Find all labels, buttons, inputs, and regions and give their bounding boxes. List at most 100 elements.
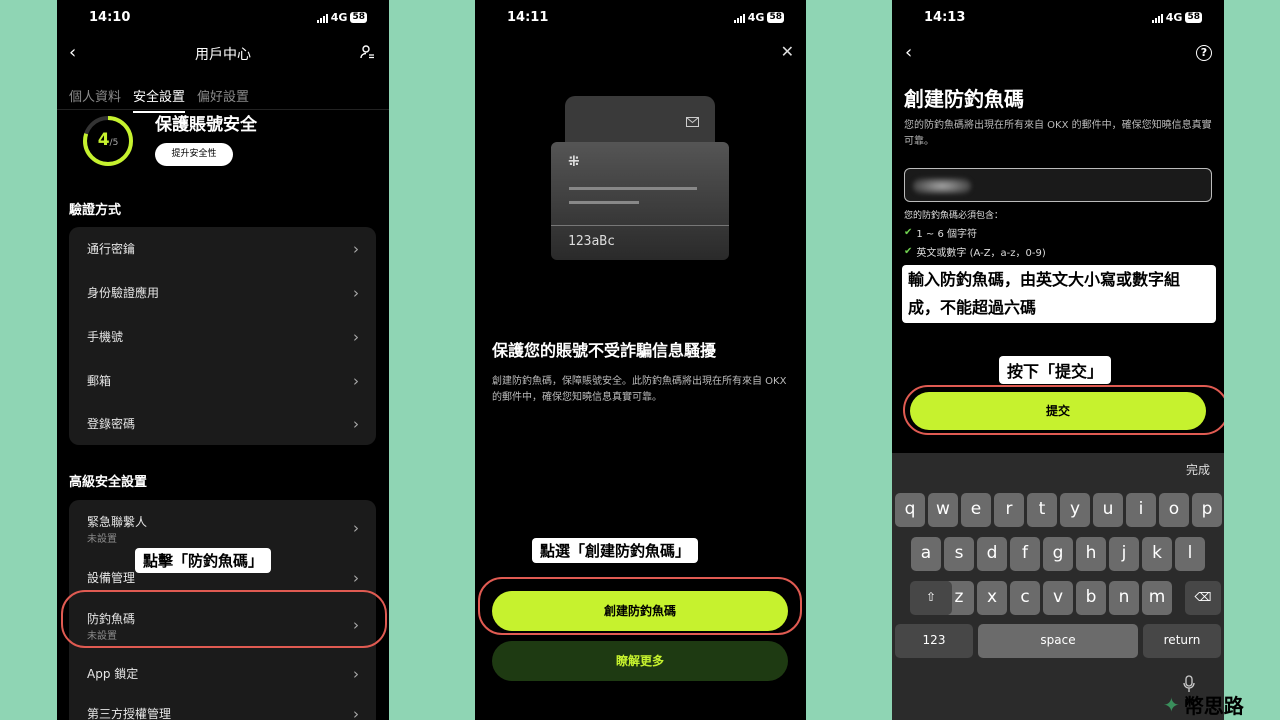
key-o[interactable]: o (1159, 493, 1189, 527)
item-status: 未設置 (87, 534, 117, 545)
callout-input-instructions: 輸入防釣魚碼，由英文大小寫或數字組成，不能超過六碼 (902, 265, 1216, 323)
list-item-passkey[interactable]: 通行密鑰 › (87, 240, 359, 258)
create-code-description: 您的防釣魚碼將出現在所有來自 OKX 的郵件中，確保您知曉信息真實可靠。 (904, 120, 1212, 147)
status-time: 14:10 (89, 10, 131, 25)
requirements-title: 您的防釣魚碼必須包含： (904, 211, 1004, 221)
key-m[interactable]: m (1142, 581, 1172, 615)
status-bar: 14:11 4G 58 (475, 8, 806, 28)
list-item-authenticator[interactable]: 身份驗證應用 › (87, 284, 359, 302)
chevron-right-icon: › (353, 705, 359, 720)
key-y[interactable]: y (1060, 493, 1090, 527)
callout-click-anti-phishing: 點擊「防釣魚碼」 (135, 548, 272, 573)
anti-phishing-code-sample: 123aBc (568, 234, 615, 249)
key-v[interactable]: v (1043, 581, 1073, 615)
status-bar: 14:13 4G 58 (892, 8, 1224, 28)
divider (551, 225, 729, 226)
watermark-logo-icon: ✦ (1163, 692, 1180, 717)
user-switch-icon[interactable] (359, 44, 375, 64)
signal-icon (1151, 13, 1163, 23)
key-s[interactable]: s (944, 537, 974, 571)
signal-icon (733, 13, 745, 23)
watermark-text: 幣思路 (1183, 694, 1244, 718)
key-j[interactable]: j (1109, 537, 1139, 571)
chevron-right-icon: › (353, 284, 359, 302)
key-n[interactable]: n (1109, 581, 1139, 615)
backspace-key[interactable]: ⌫ (1185, 581, 1221, 615)
key-i[interactable]: i (1126, 493, 1156, 527)
signal-icon (316, 13, 328, 23)
list-item-emergency-contact[interactable]: 緊急聯繫人 未設置 › (87, 513, 359, 545)
chevron-right-icon: › (353, 569, 359, 587)
page-title: 用戶中心 (195, 47, 251, 63)
blurred-input-value (913, 178, 971, 194)
key-x[interactable]: x (977, 581, 1007, 615)
list-item-email[interactable]: 郵箱 › (87, 372, 359, 390)
numbers-key[interactable]: 123 (895, 624, 973, 658)
placeholder-line (569, 187, 697, 190)
network-label: 4G (330, 11, 348, 24)
advanced-section-title: 高級安全設置 (69, 475, 148, 490)
improve-security-button[interactable]: 提升安全性 (155, 143, 233, 166)
chevron-right-icon: › (353, 240, 359, 258)
callout-press-submit: 按下「提交」 (999, 356, 1112, 384)
create-anti-phishing-code-button[interactable]: 創建防釣魚碼 (492, 591, 788, 631)
key-e[interactable]: e (961, 493, 991, 527)
chevron-right-icon: › (353, 665, 359, 683)
return-key[interactable]: return (1143, 624, 1221, 658)
key-g[interactable]: g (1043, 537, 1073, 571)
key-l[interactable]: l (1175, 537, 1205, 571)
shift-key[interactable]: ⇧ (910, 581, 952, 615)
key-p[interactable]: p (1192, 493, 1222, 527)
submit-button[interactable]: 提交 (910, 392, 1206, 430)
keyboard: 完成 qwertyuiop asdfghjkl zxcvbnm ⇧ ⌫ 123 … (892, 453, 1224, 720)
key-a[interactable]: a (911, 537, 941, 571)
highlight-oval (61, 590, 387, 648)
close-icon[interactable]: ✕ (781, 42, 794, 61)
key-r[interactable]: r (994, 493, 1024, 527)
key-d[interactable]: d (977, 537, 1007, 571)
email-card-front: ⁜ 123aBc (551, 142, 729, 260)
phone-anti-phishing-intro: 14:11 4G 58 ✕ ⁜ 123aBc 保護您的賬號不受詐騙信息騷擾 創建… (475, 0, 806, 720)
progress-score: 4 (97, 130, 110, 150)
network-label: 4G (747, 11, 765, 24)
battery-icon: 58 (767, 12, 784, 23)
chevron-right-icon: › (353, 415, 359, 433)
key-h[interactable]: h (1076, 537, 1106, 571)
chevron-right-icon: › (353, 519, 359, 537)
phone-user-center: 14:10 4G 58 ‹ 用戶中心 個人資料 安全設置 偏好設置 4/5 保護… (57, 0, 389, 720)
list-item-phone[interactable]: 手機號 › (87, 328, 359, 346)
okx-logo-icon: ⁜ (568, 154, 580, 170)
network-label: 4G (1165, 11, 1183, 24)
status-time: 14:11 (507, 10, 549, 25)
requirement-item: ✔ 英文或數字 (A-Z，a-z，0-9) (904, 246, 1046, 259)
security-progress-ring: 4/5 (81, 114, 135, 168)
space-key[interactable]: space (978, 624, 1138, 658)
anti-phishing-code-input[interactable] (904, 168, 1212, 202)
back-icon[interactable]: ‹ (905, 42, 912, 63)
phone-create-code: 14:13 4G 58 ‹ ? 創建防釣魚碼 您的防釣魚碼將出現在所有來自 OK… (892, 0, 1224, 720)
list-item-app-lock[interactable]: App 鎖定 › (87, 665, 359, 683)
callout-create-code: 點選「創建防釣魚碼」 (532, 538, 699, 563)
status-bar: 14:10 4G 58 (57, 8, 389, 28)
key-u[interactable]: u (1093, 493, 1123, 527)
chevron-right-icon: › (353, 372, 359, 390)
key-c[interactable]: c (1010, 581, 1040, 615)
key-q[interactable]: q (895, 493, 925, 527)
create-code-heading: 創建防釣魚碼 (904, 87, 1024, 111)
help-icon[interactable]: ? (1196, 45, 1212, 61)
key-f[interactable]: f (1010, 537, 1040, 571)
list-item-third-party-auth[interactable]: 第三方授權管理 › (87, 705, 359, 720)
security-title: 保護賬號安全 (155, 115, 257, 135)
key-t[interactable]: t (1027, 493, 1057, 527)
battery-icon: 58 (1185, 12, 1202, 23)
placeholder-line (569, 201, 639, 204)
learn-more-button[interactable]: 瞭解更多 (492, 641, 788, 681)
mail-icon (686, 112, 699, 131)
key-b[interactable]: b (1076, 581, 1106, 615)
key-w[interactable]: w (928, 493, 958, 527)
check-icon: ✔ (904, 246, 913, 257)
key-k[interactable]: k (1142, 537, 1172, 571)
keyboard-done-button[interactable]: 完成 (1186, 461, 1210, 478)
check-icon: ✔ (904, 227, 913, 238)
list-item-login-password[interactable]: 登錄密碼 › (87, 415, 359, 433)
